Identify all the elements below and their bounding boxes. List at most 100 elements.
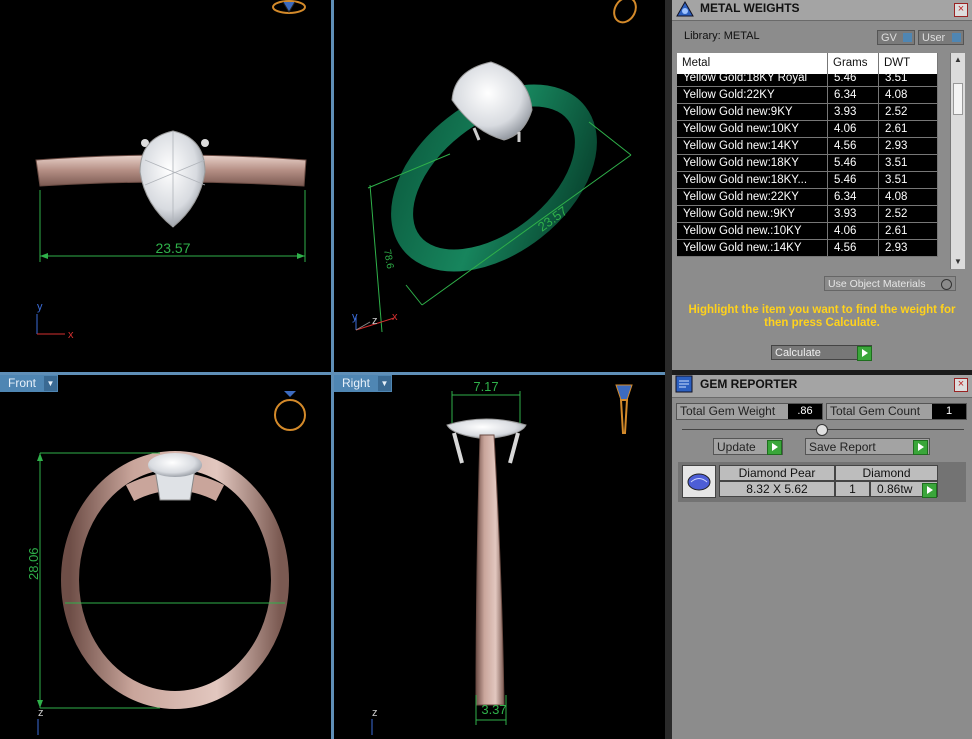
split-divider[interactable] [665, 0, 672, 739]
calculate-go-icon[interactable] [857, 346, 872, 361]
viewport-perspective[interactable]: 23.57 78.6 y z x [334, 0, 665, 372]
table-row[interactable]: Yellow Gold new:10KY 4.06 2.61 [677, 121, 938, 138]
gem-detail-go-icon[interactable] [922, 483, 937, 498]
close-icon[interactable]: × [954, 3, 968, 17]
diamond-pear-icon [682, 465, 716, 498]
metal-cell: Yellow Gold:22KY [677, 87, 828, 103]
update-go-icon[interactable] [767, 440, 782, 455]
save-report-go-icon[interactable] [913, 440, 928, 455]
use-object-materials-checkbox[interactable]: Use Object Materials [824, 276, 956, 291]
viewport-right[interactable]: 7.17 3.37 z Right ▼ [334, 375, 665, 739]
grams-cell: 5.46 [828, 70, 879, 86]
grams-cell: 3.93 [828, 104, 879, 120]
table-row[interactable]: Yellow Gold:18KY Royal 5.46 3.51 [677, 70, 938, 87]
gem-reporter-title: GEM REPORTER [700, 377, 798, 391]
metal-cell: Yellow Gold new:10KY [677, 121, 828, 137]
total-gem-weight-label: Total Gem Weight [680, 404, 776, 418]
close-icon[interactable]: × [954, 378, 968, 392]
viewport-divider-vertical[interactable] [331, 0, 334, 739]
grams-cell: 5.46 [828, 155, 879, 171]
metal-cell: Yellow Gold new:18KY... [677, 172, 828, 188]
table-row[interactable]: Yellow Gold new:18KY 5.46 3.51 [677, 155, 938, 172]
library-label: Library: METAL [684, 30, 760, 42]
table-row[interactable]: Yellow Gold new:18KY... 5.46 3.51 [677, 172, 938, 189]
table-row[interactable]: Yellow Gold:22KY 6.34 4.08 [677, 87, 938, 104]
svg-text:z: z [38, 707, 44, 719]
front-dimension-label: 28.06 [26, 547, 41, 580]
dwt-cell: 4.08 [879, 189, 938, 205]
top-dimension-label: 23.57 [155, 240, 190, 256]
metal-weights-title: METAL WEIGHTS [700, 1, 800, 15]
total-gem-weight-value: .86 [788, 404, 822, 419]
metal-weights-titlebar: METAL WEIGHTS [672, 0, 972, 21]
dwt-cell: 3.51 [879, 155, 938, 171]
viewport-front[interactable]: 28.06 z Front ▼ [0, 375, 331, 739]
right-view-render: 7.17 3.37 z [371, 379, 633, 735]
grams-cell: 3.93 [828, 206, 879, 222]
dwt-cell: 2.61 [879, 121, 938, 137]
table-row[interactable]: Yellow Gold new:14KY 4.56 2.93 [677, 138, 938, 155]
scroll-thumb[interactable] [953, 83, 963, 115]
gv-button[interactable]: GV [877, 30, 915, 45]
metal-cell: Yellow Gold new.:9KY [677, 206, 828, 222]
report-slider-handle[interactable] [816, 424, 828, 436]
gem-count: 1 [835, 481, 870, 497]
weight-hint-text: Highlight the item you want to find the … [688, 304, 956, 329]
metal-cell: Yellow Gold new:18KY [677, 155, 828, 171]
metal-cell: Yellow Gold new:9KY [677, 104, 828, 120]
viewport-right-tab[interactable]: Right ▼ [334, 375, 393, 392]
table-header: Metal Grams DWT [677, 53, 938, 74]
perspective-side-dimension: 78.6 [381, 249, 395, 271]
svg-text:z: z [372, 315, 378, 327]
metal-cell: Yellow Gold new.:10KY [677, 223, 828, 239]
gem-size: 8.32 X 5.62 [719, 481, 835, 497]
top-view-render: 23.57 y x [35, 0, 307, 341]
metal-cell: Yellow Gold new:22KY [677, 189, 828, 205]
gem-list-item[interactable]: Diamond Pear 8.32 X 5.62 Diamond 1 0.86t… [682, 465, 938, 498]
metal-cell: Yellow Gold:18KY Royal [677, 70, 828, 86]
table-row[interactable]: Yellow Gold new:9KY 3.93 2.52 [677, 104, 938, 121]
total-gem-count-value: 1 [932, 404, 966, 419]
chevron-down-icon[interactable]: ▼ [44, 376, 58, 391]
grams-cell: 4.56 [828, 240, 879, 256]
front-view-render: 28.06 z [26, 391, 306, 735]
grams-cell: 5.46 [828, 172, 879, 188]
table-row[interactable]: Yellow Gold new:22KY 6.34 4.08 [677, 189, 938, 206]
metal-cell: Yellow Gold new.:14KY [677, 240, 828, 256]
dwt-cell: 2.52 [879, 104, 938, 120]
grams-cell: 4.06 [828, 121, 879, 137]
gem-material: Diamond [835, 465, 938, 481]
table-row[interactable]: Yellow Gold new.:10KY 4.06 2.61 [677, 223, 938, 240]
dwt-cell: 2.52 [879, 206, 938, 222]
gem-reporter-titlebar: GEM REPORTER × [672, 375, 972, 398]
toggle-indicator [903, 33, 912, 42]
viewport-front-tab[interactable]: Front ▼ [0, 375, 59, 392]
scroll-up-icon[interactable]: ▲ [951, 53, 965, 67]
user-button[interactable]: User [918, 30, 964, 45]
svg-text:y: y [37, 301, 43, 313]
viewport-top[interactable]: 23.57 y x [0, 0, 331, 372]
checkbox-icon [941, 279, 952, 290]
svg-text:y: y [352, 311, 358, 323]
metal-table-scrollbar[interactable]: ▲ ▼ [950, 53, 965, 269]
scroll-down-icon[interactable]: ▼ [951, 255, 965, 269]
chevron-down-icon[interactable]: ▼ [378, 376, 392, 391]
scale-icon [676, 0, 694, 17]
dwt-cell: 3.51 [879, 172, 938, 188]
grams-cell: 6.34 [828, 87, 879, 103]
svg-text:x: x [392, 311, 398, 323]
metal-weights-table: Metal Grams DWT Yellow Gold:18KY Royal 5.… [677, 53, 938, 257]
dwt-cell: 3.51 [879, 70, 938, 86]
right-bottom-dimension: 3.37 [481, 702, 506, 717]
viewport-divider-horizontal[interactable] [0, 372, 665, 375]
gem-name: Diamond Pear [719, 465, 835, 481]
dwt-cell: 2.93 [879, 240, 938, 256]
svg-text:x: x [68, 329, 74, 341]
grams-cell: 6.34 [828, 189, 879, 205]
table-row[interactable]: Yellow Gold new.:14KY 4.56 2.93 [677, 240, 938, 257]
table-row[interactable]: Yellow Gold new.:9KY 3.93 2.52 [677, 206, 938, 223]
right-top-dimension: 7.17 [473, 379, 498, 394]
dwt-cell: 2.61 [879, 223, 938, 239]
save-report-button[interactable]: Save Report [805, 438, 930, 455]
grams-cell: 4.06 [828, 223, 879, 239]
